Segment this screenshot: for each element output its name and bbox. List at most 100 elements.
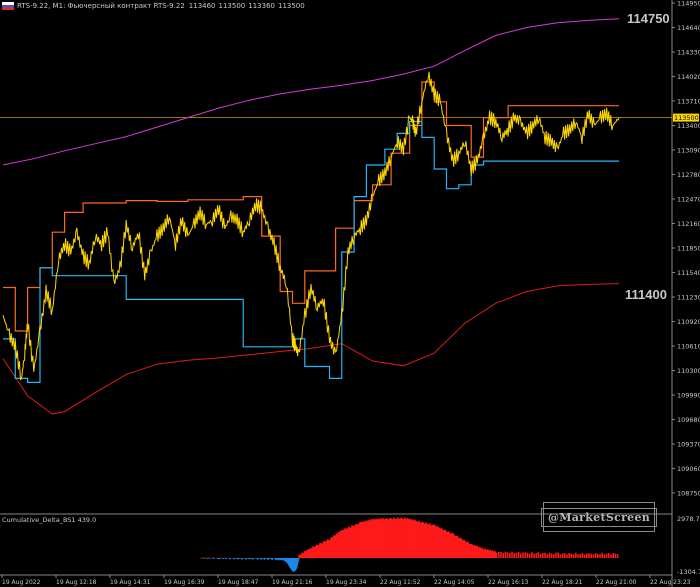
watermark-text: @MarketScreen xyxy=(540,507,658,527)
delta-bar xyxy=(537,552,540,558)
delta-bar xyxy=(213,558,215,559)
delta-bar xyxy=(506,552,509,558)
watermark-logo: @MarketScreen xyxy=(540,502,658,532)
series-lower-band xyxy=(2,283,620,415)
russia-flag-icon xyxy=(2,2,14,10)
time-tick-label: 22 Aug 23:23 xyxy=(650,579,691,586)
delta-bar xyxy=(260,558,263,560)
delta-bar xyxy=(531,552,533,558)
time-tick-label: 22 Aug 11:52 xyxy=(380,579,421,586)
price-tick-label: 111230 xyxy=(677,294,700,302)
delta-bar xyxy=(210,558,213,559)
delta-bar xyxy=(522,552,524,558)
delta-bar xyxy=(583,554,586,558)
upper-band-label: 114750 xyxy=(627,11,670,26)
price-tick-label: 113090 xyxy=(677,147,700,155)
delta-bar xyxy=(566,554,568,558)
delta-bar xyxy=(201,557,204,558)
delta-bar xyxy=(223,557,226,559)
delta-bar xyxy=(513,553,515,558)
delta-bar xyxy=(564,553,566,558)
time-tick-label: 19 Aug 2022 xyxy=(2,579,41,586)
price-tick-label: 110920 xyxy=(677,318,700,326)
delta-bar xyxy=(603,554,606,558)
delta-bar xyxy=(555,552,557,558)
delta-bar xyxy=(256,558,259,560)
delta-bar xyxy=(568,553,570,558)
delta-bar xyxy=(241,558,243,560)
delta-bar xyxy=(592,554,595,558)
delta-bar xyxy=(616,554,619,558)
delta-bar xyxy=(520,553,522,558)
current-price-label: 113500 xyxy=(674,114,699,122)
delta-bar xyxy=(597,554,599,558)
series-price xyxy=(2,71,620,381)
delta-bar xyxy=(535,553,537,558)
price-tick-label: 114020 xyxy=(677,73,700,81)
delta-bar xyxy=(601,552,603,558)
time-tick-label: 22 Aug 14:05 xyxy=(434,579,475,586)
delta-bar xyxy=(594,552,597,558)
open-value: 113460 xyxy=(188,2,216,10)
delta-bar xyxy=(218,558,221,560)
time-tick-label: 19 Aug 21:16 xyxy=(272,579,313,586)
delta-bar xyxy=(524,552,526,558)
price-tick-label: 114950 xyxy=(677,0,700,8)
price-tick-label: 111850 xyxy=(677,245,700,253)
time-tick-label: 19 Aug 18:47 xyxy=(218,579,259,586)
series-upper-band xyxy=(2,18,620,166)
delta-bar xyxy=(208,557,210,558)
delta-bar xyxy=(504,551,507,558)
price-tick-label: 108750 xyxy=(677,490,700,498)
low-value: 113360 xyxy=(248,2,275,10)
delta-bar xyxy=(605,553,608,558)
delta-bar xyxy=(614,553,617,558)
price-tick-label: 112160 xyxy=(677,220,700,228)
lower-band-label: 111400 xyxy=(625,287,667,302)
time-tick-label: 19 Aug 23:34 xyxy=(326,579,367,586)
delta-bar xyxy=(509,553,511,558)
delta-bar xyxy=(546,554,548,558)
close-value: 113500 xyxy=(277,2,305,10)
delta-bar xyxy=(610,554,612,558)
delta-bar xyxy=(515,552,518,558)
delta-bar xyxy=(500,551,502,558)
delta-bar xyxy=(608,553,610,558)
time-tick-label: 22 Aug 21:00 xyxy=(596,579,637,586)
series-resistance xyxy=(3,81,619,332)
delta-bar xyxy=(612,552,614,558)
delta-bar xyxy=(586,553,588,558)
chart-header: RTS-9.22, M1: Фьючерсный контракт RTS-9.… xyxy=(2,0,308,12)
delta-bar xyxy=(557,552,559,558)
delta-bar xyxy=(517,551,520,558)
delta-bar xyxy=(581,552,584,558)
high-value: 113500 xyxy=(218,2,246,10)
price-tick-label: 113400 xyxy=(677,122,700,130)
delta-bar xyxy=(528,553,531,558)
delta-bar xyxy=(222,558,225,559)
time-tick-label: 19 Aug 16:39 xyxy=(164,579,205,586)
delta-bar xyxy=(561,553,564,558)
delta-bar xyxy=(588,553,590,558)
delta-bar xyxy=(200,558,202,559)
delta-bar xyxy=(599,554,601,558)
indicator-axis-bottom: -1304.7 xyxy=(677,568,700,576)
delta-bar xyxy=(533,553,535,558)
delta-bar xyxy=(502,553,504,558)
price-tick-label: 113710 xyxy=(677,98,700,106)
description-label: Фьючерсный контракт RTS-9.22 xyxy=(67,2,185,10)
delta-bar xyxy=(548,552,551,558)
delta-bar xyxy=(498,551,500,558)
price-tick-label: 109370 xyxy=(677,441,700,449)
delta-bar xyxy=(590,553,592,558)
price-tick-label: 109680 xyxy=(677,416,700,424)
indicator-title: Cumulative_Delta_BS1 439.0 xyxy=(2,516,97,524)
price-chart: 114950 114640 114330 114020 113710 113400 1130… xyxy=(0,0,700,587)
delta-bar xyxy=(559,554,562,558)
price-tick-label: 110300 xyxy=(677,367,700,375)
delta-bar xyxy=(575,552,577,558)
symbol-label: RTS-9.22, M1: xyxy=(17,2,66,10)
delta-bar xyxy=(202,558,205,559)
delta-bar xyxy=(553,554,555,558)
delta-bar xyxy=(495,552,498,558)
